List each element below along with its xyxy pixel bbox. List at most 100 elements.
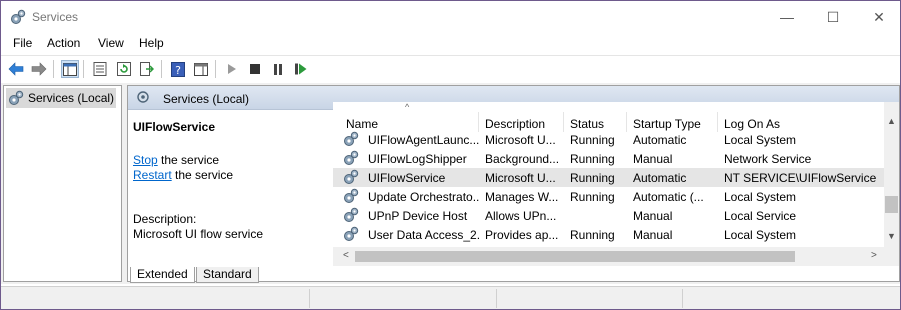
table-row[interactable]: UIFlowAgentLaunc... Microsoft U... Running…: [333, 130, 884, 149]
tab-extended[interactable]: Extended: [130, 267, 195, 283]
cell-status: Running: [570, 152, 615, 166]
column-divider[interactable]: [626, 112, 627, 132]
cell-name: UIFlowService: [368, 171, 446, 185]
cell-status: Running: [570, 190, 615, 204]
cell-description: Microsoft U...: [485, 133, 556, 147]
cell-logon: Local System: [724, 133, 797, 147]
status-segment: [309, 289, 310, 308]
vertical-scrollbar[interactable]: ▲ ▼: [884, 102, 899, 266]
cell-startup: Manual: [633, 228, 673, 242]
service-detail-panel: UIFlowService Stop the service Restart t…: [128, 110, 332, 267]
scroll-right-icon[interactable]: >: [871, 250, 877, 261]
window-title: Services: [32, 10, 79, 24]
status-segment: [496, 289, 497, 308]
help-icon[interactable]: ?: [169, 60, 187, 78]
stop-service-icon[interactable]: [246, 60, 264, 78]
content-pane: Services (Local) UIFlowService Stop the …: [127, 85, 900, 283]
tree-item-services-local[interactable]: Services (Local): [6, 88, 116, 108]
description-label: Description:: [133, 212, 197, 226]
cell-name: UIFlowAgentLaunc...: [368, 133, 480, 147]
toolbar-separator: [215, 60, 216, 78]
cell-startup: Manual: [633, 209, 673, 223]
menu-file[interactable]: File: [13, 36, 32, 50]
table-row[interactable]: UIFlowLogShipper Background... Running Manu…: [333, 149, 884, 168]
toolbar-separator: [53, 60, 54, 78]
toolbar-separator: [161, 60, 162, 78]
status-segment: [682, 289, 683, 308]
properties-icon[interactable]: [91, 60, 109, 78]
stop-action: Stop the service: [133, 153, 219, 167]
console-tree: Services (Local): [3, 85, 122, 282]
cell-description: Background...: [485, 152, 560, 166]
column-divider[interactable]: [563, 112, 564, 132]
menu-view[interactable]: View: [98, 36, 124, 50]
service-gear-icon: [344, 169, 359, 184]
menu-help[interactable]: Help: [139, 36, 164, 50]
cell-logon: Local System: [724, 190, 797, 204]
scroll-left-icon[interactable]: <: [343, 250, 349, 261]
horizontal-scroll-thumb[interactable]: [355, 251, 795, 262]
scroll-down-icon[interactable]: ▼: [887, 231, 896, 241]
service-gear-icon: [344, 188, 359, 203]
column-header-description[interactable]: Description: [485, 117, 545, 131]
cell-logon: Local System: [724, 228, 797, 242]
table-row[interactable]: UPnP Device Host Allows UPn... Manual Local…: [333, 206, 884, 225]
horizontal-scrollbar[interactable]: < >: [333, 247, 884, 266]
services-list: ^ Name Description Status Startup Type L…: [333, 102, 899, 266]
cell-name: User Data Access_2...: [368, 228, 480, 242]
work-area: Services (Local) Services (Local) UIFlow…: [1, 83, 900, 284]
column-divider[interactable]: [478, 112, 479, 132]
cell-name: UPnP Device Host: [368, 209, 468, 223]
services-window: Services — ☐ ✕ File Action View Help ? S…: [0, 0, 901, 310]
pause-service-icon[interactable]: [269, 60, 287, 78]
back-arrow-icon[interactable]: [7, 60, 25, 78]
view-tabs: Extended Standard: [128, 267, 899, 283]
show-hide-console-tree-icon[interactable]: [61, 60, 79, 78]
column-header-name[interactable]: Name: [346, 117, 378, 131]
vertical-scroll-thumb[interactable]: [885, 196, 898, 213]
restart-service-icon[interactable]: [292, 60, 310, 78]
search-gear-icon: [137, 91, 149, 103]
svg-text:?: ?: [175, 64, 181, 77]
start-service-icon[interactable]: [223, 60, 241, 78]
cell-startup: Manual: [633, 152, 673, 166]
export-list-icon[interactable]: [138, 60, 156, 78]
cell-logon: Local Service: [724, 209, 797, 223]
cell-description: Manages W...: [485, 190, 559, 204]
restart-link[interactable]: Restart: [133, 168, 172, 182]
tab-standard[interactable]: Standard: [196, 267, 259, 283]
services-gear-icon: [11, 9, 26, 24]
column-header-log-on-as[interactable]: Log On As: [724, 117, 780, 131]
cell-description: Microsoft U...: [485, 171, 556, 185]
show-hide-action-pane-icon[interactable]: [192, 60, 210, 78]
maximize-button[interactable]: ☐: [810, 1, 856, 33]
sort-indicator-icon: ^: [405, 102, 410, 112]
table-row[interactable]: Update Orchestrato... Manages W... Running…: [333, 187, 884, 206]
cell-name: Update Orchestrato...: [368, 190, 480, 204]
scroll-up-icon[interactable]: ▲: [887, 116, 896, 126]
service-gear-icon: [344, 131, 359, 146]
close-button[interactable]: ✕: [856, 1, 901, 33]
refresh-icon[interactable]: [115, 60, 133, 78]
column-header-startup-type[interactable]: Startup Type: [633, 117, 701, 131]
forward-arrow-icon[interactable]: [30, 60, 48, 78]
services-gear-icon: [9, 90, 24, 105]
cell-status: Running: [570, 133, 615, 147]
stop-suffix: the service: [157, 153, 220, 167]
cell-description: Provides ap...: [485, 228, 559, 242]
cell-logon: Network Service: [724, 152, 812, 166]
tree-item-label: Services (Local): [28, 91, 115, 105]
table-row[interactable]: User Data Access_2... Provides ap... Runni…: [333, 225, 884, 244]
column-header-status[interactable]: Status: [570, 117, 604, 131]
service-gear-icon: [344, 207, 359, 222]
column-divider[interactable]: [717, 112, 718, 132]
stop-link[interactable]: Stop: [133, 153, 158, 167]
description-text: Microsoft UI flow service: [133, 227, 264, 241]
table-row[interactable]: UIFlowService Microsoft U... Running Automa…: [333, 168, 884, 187]
minimize-button[interactable]: —: [764, 1, 810, 33]
cell-startup: Automatic (...: [633, 190, 704, 204]
restart-suffix: the service: [171, 168, 234, 182]
cell-startup: Automatic: [633, 133, 687, 147]
menu-action[interactable]: Action: [47, 36, 80, 50]
menu-bar: File Action View Help: [1, 33, 900, 54]
